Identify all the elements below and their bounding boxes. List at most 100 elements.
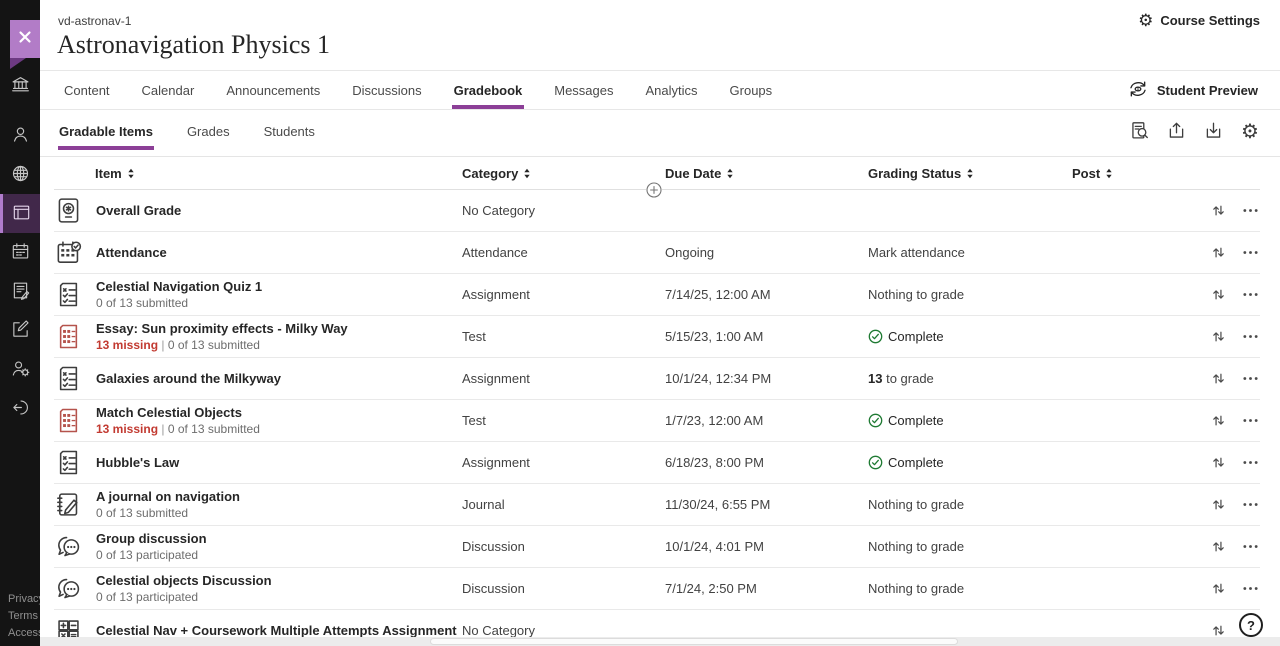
upload-button[interactable] bbox=[1164, 120, 1188, 144]
item-title[interactable]: Celestial Navigation Quiz 1 bbox=[96, 279, 262, 294]
item-due-date: 10/1/24, 12:34 PM bbox=[665, 371, 868, 386]
item-category: Discussion bbox=[462, 539, 665, 554]
gradebook-row[interactable]: Group discussion 0 of 13 participated Di… bbox=[54, 526, 1260, 568]
reorder-button[interactable] bbox=[1211, 539, 1226, 554]
reorder-button[interactable] bbox=[1211, 497, 1226, 512]
item-title[interactable]: Match Celestial Objects bbox=[96, 405, 260, 420]
row-menu-button[interactable] bbox=[1243, 376, 1258, 381]
search-gradebook-button[interactable] bbox=[1127, 120, 1151, 144]
gear-icon: ⚙ bbox=[1241, 122, 1259, 142]
subtab-grades[interactable]: Grades bbox=[186, 121, 231, 150]
student-preview-button[interactable]: Student Preview bbox=[1111, 71, 1280, 109]
tab-gradebook[interactable]: Gradebook bbox=[452, 71, 525, 109]
discussion-icon bbox=[54, 532, 83, 561]
item-title[interactable]: A journal on navigation bbox=[96, 489, 240, 504]
row-menu-button[interactable] bbox=[1243, 250, 1258, 255]
item-title[interactable]: Overall Grade bbox=[96, 203, 181, 218]
reorder-button[interactable] bbox=[1211, 413, 1226, 428]
item-grading-status: Nothing to grade bbox=[868, 497, 1072, 512]
reorder-button[interactable] bbox=[1211, 455, 1226, 470]
column-header-category[interactable]: Category bbox=[462, 166, 665, 181]
reorder-button[interactable] bbox=[1211, 287, 1226, 302]
tab-content[interactable]: Content bbox=[62, 71, 112, 109]
discussion-icon bbox=[54, 574, 83, 603]
reorder-button[interactable] bbox=[1211, 581, 1226, 596]
gradebook-settings-button[interactable]: ⚙ bbox=[1238, 120, 1262, 144]
gradebook-row[interactable]: Galaxies around the Milkyway Assignment … bbox=[54, 358, 1260, 400]
add-item-button[interactable] bbox=[646, 182, 662, 198]
item-title[interactable]: Essay: Sun proximity effects - Milky Way bbox=[96, 321, 348, 336]
gradebook-row[interactable]: Hubble's Law Assignment 6/18/23, 8:00 PM… bbox=[54, 442, 1260, 484]
tab-analytics[interactable]: Analytics bbox=[644, 71, 700, 109]
subtab-gradable-items[interactable]: Gradable Items bbox=[58, 121, 154, 150]
item-title[interactable]: Attendance bbox=[96, 245, 167, 260]
sidebar-item-profile[interactable] bbox=[0, 116, 40, 155]
reorder-button[interactable] bbox=[1211, 623, 1226, 638]
subtab-students[interactable]: Students bbox=[263, 121, 316, 150]
item-title[interactable]: Celestial Nav + Coursework Multiple Atte… bbox=[96, 623, 457, 638]
item-category: No Category bbox=[462, 623, 665, 638]
overall-grade-icon bbox=[54, 196, 83, 225]
sidebar-item-sign-out[interactable] bbox=[0, 389, 40, 428]
reorder-button[interactable] bbox=[1211, 203, 1226, 218]
item-title[interactable]: Galaxies around the Milkyway bbox=[96, 371, 281, 386]
base-nav-sidebar: Privacy Terms Accessibility bbox=[0, 0, 40, 646]
course-settings-button[interactable]: ⚙ Course Settings bbox=[1138, 12, 1260, 29]
tab-groups[interactable]: Groups bbox=[728, 71, 775, 109]
column-header-due-date[interactable]: Due Date bbox=[665, 166, 868, 181]
row-menu-button[interactable] bbox=[1243, 544, 1258, 549]
reorder-button[interactable] bbox=[1211, 371, 1226, 386]
gradebook-row[interactable]: Essay: Sun proximity effects - Milky Way… bbox=[54, 316, 1260, 358]
row-menu-button[interactable] bbox=[1243, 334, 1258, 339]
column-header-grading-status[interactable]: Grading Status bbox=[868, 166, 1072, 181]
gradebook-row[interactable]: A journal on navigation 0 of 13 submitte… bbox=[54, 484, 1260, 526]
tab-discussions[interactable]: Discussions bbox=[350, 71, 423, 109]
reorder-button[interactable] bbox=[1211, 245, 1226, 260]
tab-calendar[interactable]: Calendar bbox=[140, 71, 197, 109]
close-course-button[interactable] bbox=[10, 20, 40, 58]
sidebar-item-admin-tools[interactable] bbox=[0, 350, 40, 389]
reorder-button[interactable] bbox=[1211, 329, 1226, 344]
sidebar-item-courses[interactable] bbox=[0, 194, 40, 233]
sidebar-item-grades[interactable] bbox=[0, 272, 40, 311]
item-title[interactable]: Celestial objects Discussion bbox=[96, 573, 272, 588]
column-header-post[interactable]: Post bbox=[1072, 166, 1182, 181]
row-menu-button[interactable] bbox=[1243, 292, 1258, 297]
item-due-date: 5/15/23, 1:00 AM bbox=[665, 329, 868, 344]
row-menu-button[interactable] bbox=[1243, 586, 1258, 591]
gear-icon: ⚙ bbox=[1138, 12, 1153, 29]
sort-icon bbox=[127, 168, 135, 179]
attendance-icon bbox=[54, 238, 83, 267]
sort-icon bbox=[523, 168, 531, 179]
sidebar-item-messages[interactable] bbox=[0, 311, 40, 350]
item-due-date: 7/1/24, 2:50 PM bbox=[665, 581, 868, 596]
tab-announcements[interactable]: Announcements bbox=[224, 71, 322, 109]
download-button[interactable] bbox=[1201, 120, 1225, 144]
gradebook-row[interactable]: Match Celestial Objects 13 missing | 0 o… bbox=[54, 400, 1260, 442]
scrollbar-thumb[interactable] bbox=[430, 638, 958, 645]
row-menu-button[interactable] bbox=[1243, 208, 1258, 213]
gradebook-row[interactable]: Celestial objects Discussion 0 of 13 par… bbox=[54, 568, 1260, 610]
column-header-item[interactable]: Item bbox=[54, 166, 462, 181]
row-menu-button[interactable] bbox=[1243, 502, 1258, 507]
item-category: Test bbox=[462, 329, 665, 344]
profile-icon bbox=[10, 124, 31, 148]
sidebar-item-calendar[interactable] bbox=[0, 233, 40, 272]
item-category: Assignment bbox=[462, 371, 665, 386]
sidebar-item-institution[interactable] bbox=[0, 66, 40, 105]
row-menu-button[interactable] bbox=[1243, 418, 1258, 423]
item-subtitle: 13 missing | 0 of 13 submitted bbox=[96, 422, 260, 436]
row-menu-button[interactable] bbox=[1243, 460, 1258, 465]
download-icon bbox=[1203, 120, 1224, 144]
item-title[interactable]: Group discussion bbox=[96, 531, 207, 546]
assignment-icon bbox=[54, 364, 83, 393]
tab-messages[interactable]: Messages bbox=[552, 71, 615, 109]
item-title[interactable]: Hubble's Law bbox=[96, 455, 179, 470]
item-category: Discussion bbox=[462, 581, 665, 596]
gradebook-row[interactable]: Celestial Navigation Quiz 1 0 of 13 subm… bbox=[54, 274, 1260, 316]
item-due-date: Ongoing bbox=[665, 245, 868, 260]
course-page: vd-astronav-1 Astronavigation Physics 1 … bbox=[40, 0, 1280, 646]
sidebar-item-activity-stream[interactable] bbox=[0, 155, 40, 194]
help-button[interactable]: ? bbox=[1239, 613, 1263, 637]
gradebook-row[interactable]: Attendance Attendance Ongoing Mark atten… bbox=[54, 232, 1260, 274]
